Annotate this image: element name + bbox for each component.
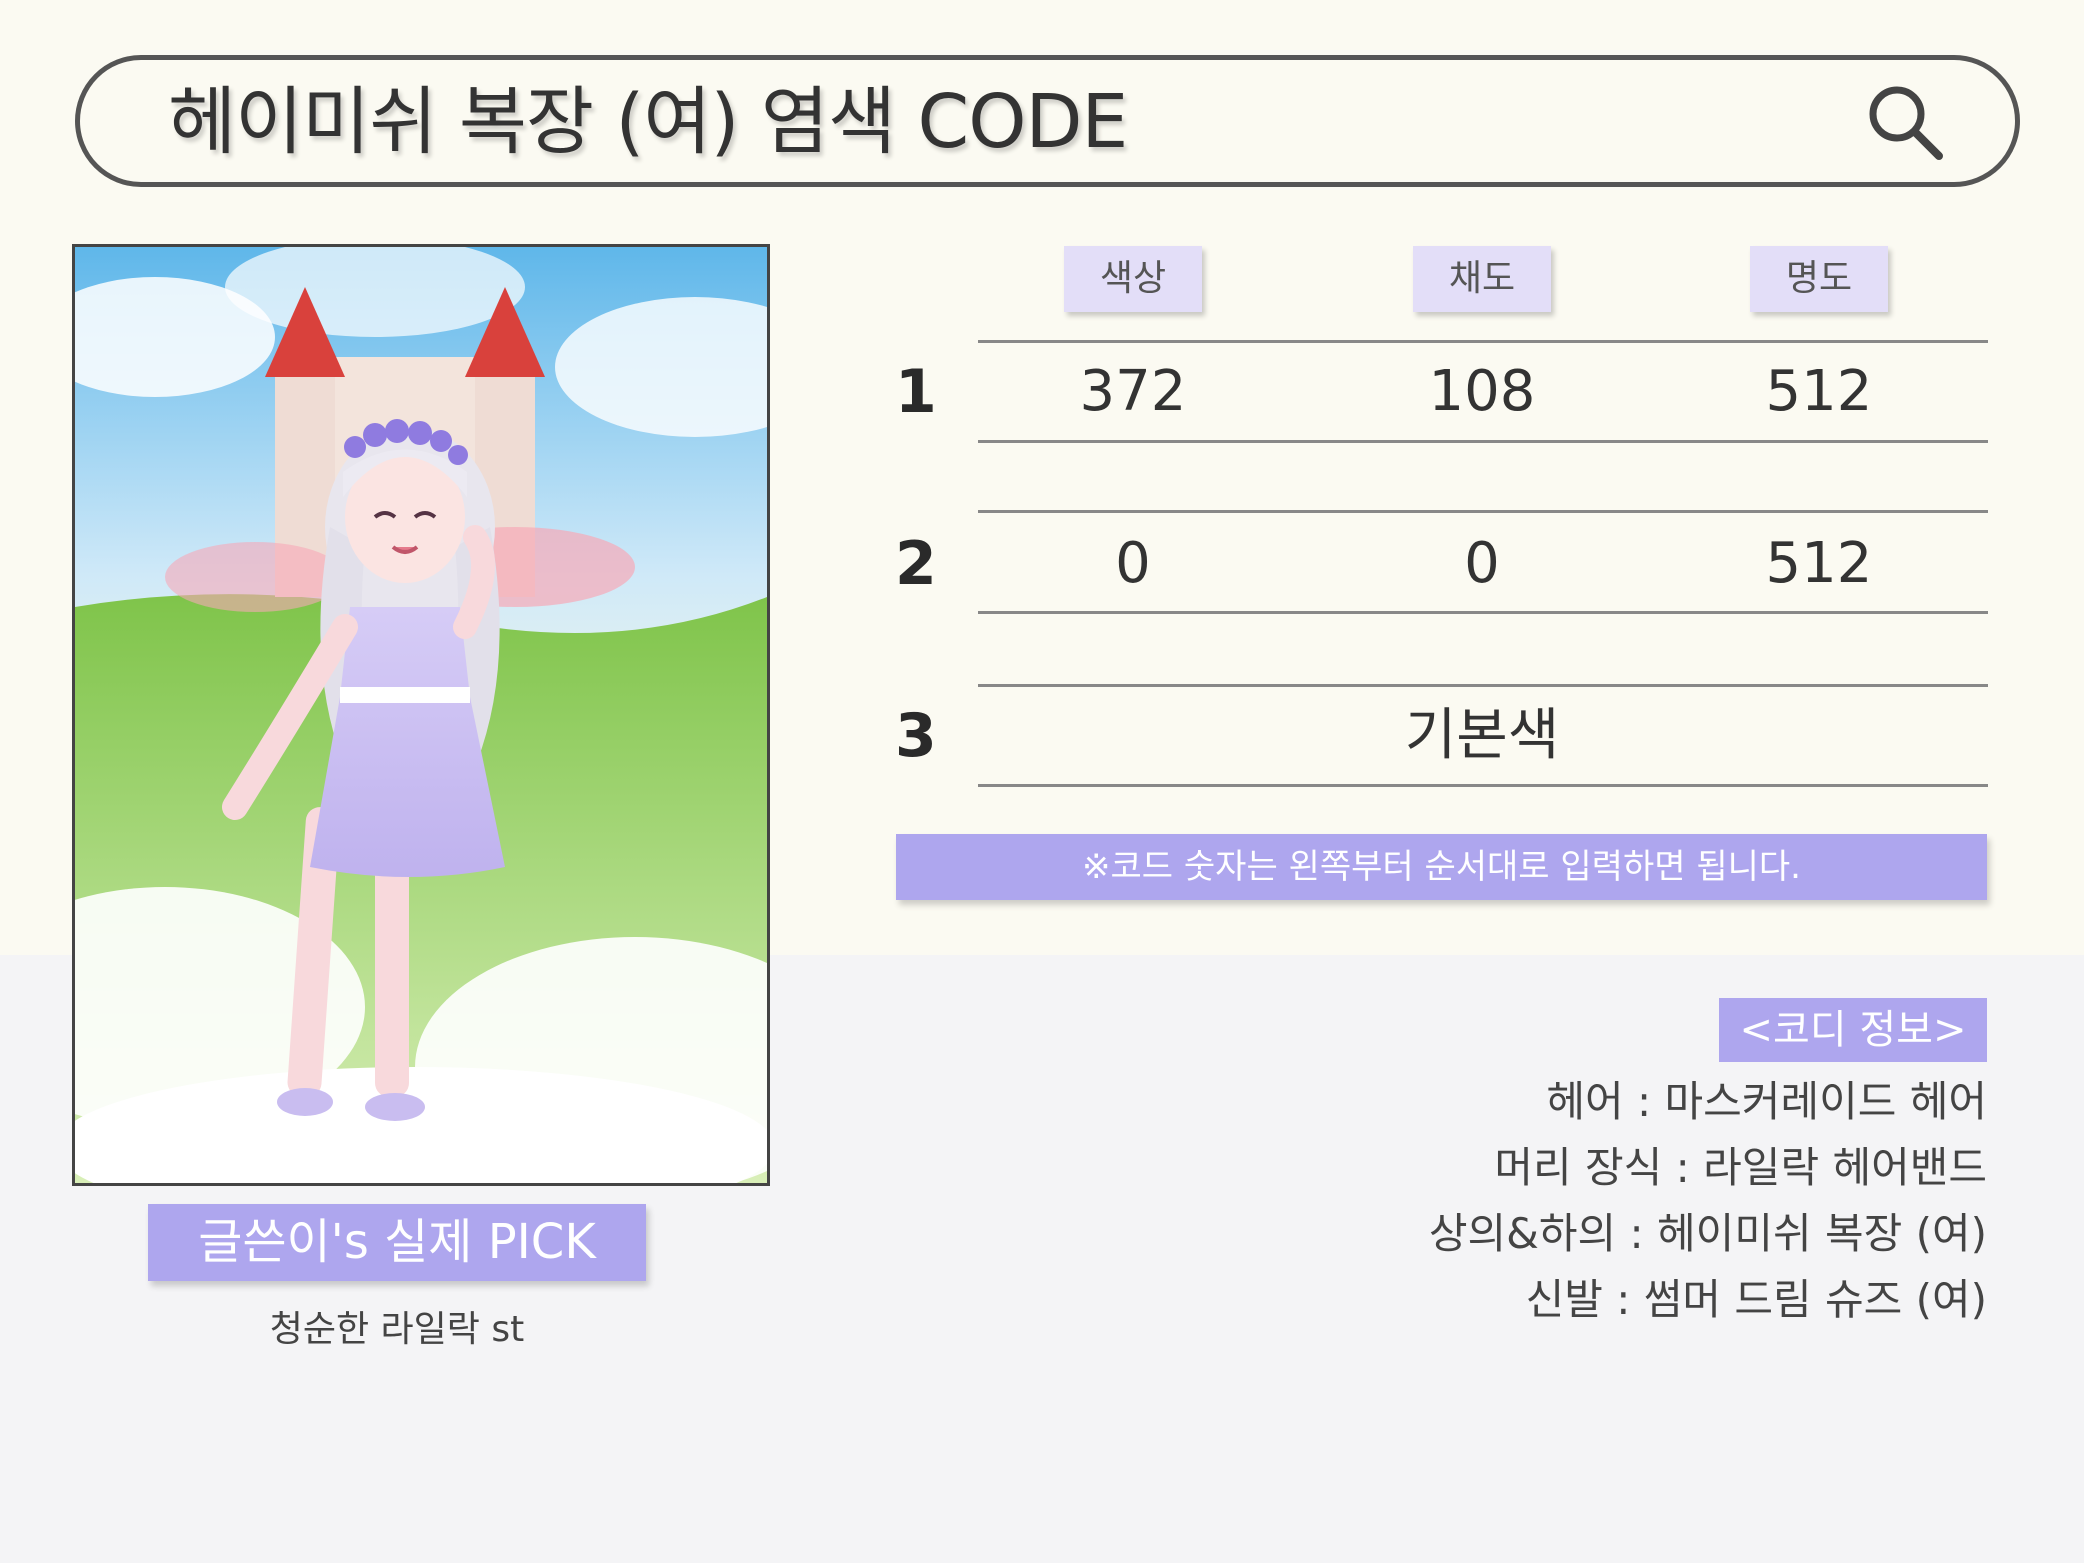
row-number-1: 1 [895, 357, 937, 427]
search-bar[interactable]: 헤이미쉬 복장 (여) 염색 CODE [75, 55, 2020, 187]
row-1-hue: 372 [1079, 359, 1187, 424]
row-2-hue: 0 [1115, 531, 1151, 596]
row-number-3: 3 [895, 701, 937, 771]
table-rule [978, 784, 1988, 787]
row-1-saturation: 108 [1428, 359, 1536, 424]
row-2-saturation: 0 [1464, 531, 1500, 596]
table-rule [978, 684, 1988, 687]
pick-caption: 청순한 라일락 st [269, 1309, 525, 1350]
row-number-2: 2 [895, 529, 937, 599]
row-2-brightness: 512 [1765, 531, 1873, 596]
page-title: 헤이미쉬 복장 (여) 염색 CODE [168, 79, 1128, 165]
character-photo [72, 244, 770, 1186]
pick-badge: 글쓴이's 실제 PICK [148, 1204, 646, 1281]
outfit-info-top-bottom: 상의&하의 : 헤이미쉬 복장 (여) [1428, 1209, 1987, 1258]
row-1-brightness: 512 [1765, 359, 1873, 424]
character-illustration [75, 247, 767, 1183]
column-header-saturation: 채도 [1413, 246, 1551, 312]
outfit-info-hair: 헤어 : 마스커레이드 헤어 [1546, 1077, 1987, 1126]
outfit-info-shoes: 신발 : 썸머 드림 슈즈 (여) [1525, 1275, 1987, 1324]
table-rule [978, 440, 1988, 443]
search-icon[interactable] [1863, 80, 1947, 164]
outfit-info-title: <코디 정보> [1719, 998, 1987, 1062]
column-header-hue: 색상 [1064, 246, 1202, 312]
code-notice: ※코드 숫자는 왼쪽부터 순서대로 입력하면 됩니다. [896, 834, 1987, 900]
table-rule [978, 340, 1988, 343]
table-rule [978, 510, 1988, 513]
table-rule [978, 611, 1988, 614]
column-header-brightness: 명도 [1750, 246, 1888, 312]
outfit-info-headpiece: 머리 장식 : 라일락 헤어밴드 [1494, 1143, 1987, 1192]
row-3-default-color: 기본색 [1404, 703, 1560, 768]
